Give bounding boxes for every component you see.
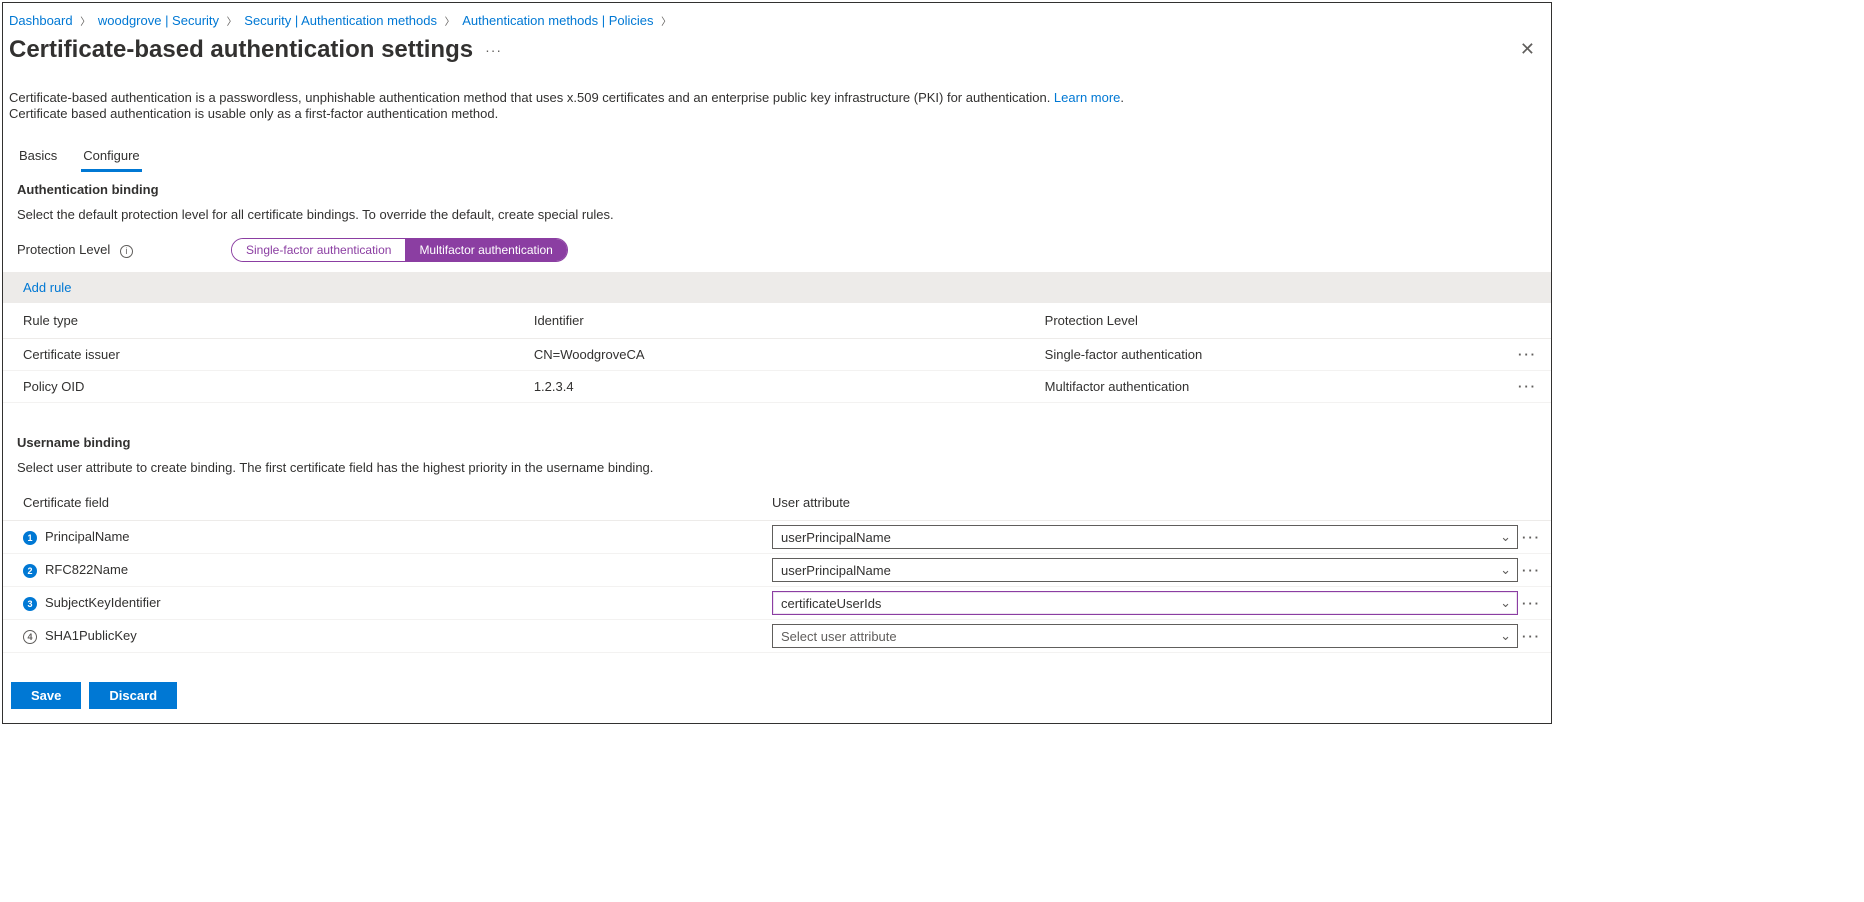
chevron-right-icon: 〉 xyxy=(227,17,237,28)
auth-binding-desc: Select the default protection level for … xyxy=(3,199,1551,224)
order-badge: 4 xyxy=(23,630,37,644)
breadcrumb-item-3[interactable]: Authentication methods | Policies xyxy=(462,13,653,28)
cell-cert-field: 1PrincipalName xyxy=(3,521,752,554)
row-more-icon[interactable]: ··· xyxy=(1522,629,1541,644)
col-rule-type: Rule type xyxy=(3,303,514,339)
pill-multi-factor[interactable]: Multifactor authentication xyxy=(405,239,566,261)
binding-table: Certificate field User attribute 1Princi… xyxy=(3,485,1551,653)
pill-single-factor[interactable]: Single-factor authentication xyxy=(232,239,405,261)
user-attribute-select[interactable]: userPrincipalName ⌄ xyxy=(772,525,1518,549)
protection-level-label: Protection Level i xyxy=(17,242,217,257)
cell-identifier: CN=WoodgroveCA xyxy=(514,339,1025,371)
table-row: Policy OID1.2.3.4Multifactor authenticat… xyxy=(3,371,1551,403)
col-protection-level: Protection Level xyxy=(1025,303,1498,339)
cell-protection-level: Multifactor authentication xyxy=(1025,371,1498,403)
desc-text-2: Certificate based authentication is usab… xyxy=(9,106,498,121)
period: . xyxy=(1120,90,1124,105)
col-identifier: Identifier xyxy=(514,303,1025,339)
chevron-down-icon: ⌄ xyxy=(1500,595,1511,611)
cell-identifier: 1.2.3.4 xyxy=(514,371,1025,403)
info-icon[interactable]: i xyxy=(120,245,133,258)
user-attribute-select[interactable]: userPrincipalName ⌄ xyxy=(772,558,1518,582)
user-binding-title: Username binding xyxy=(3,425,1551,452)
cell-rule-type: Certificate issuer xyxy=(3,339,514,371)
auth-binding-title: Authentication binding xyxy=(3,172,1551,199)
page-description: Certificate-based authentication is a pa… xyxy=(3,72,1403,128)
protection-level-toggle[interactable]: Single-factor authentication Multifactor… xyxy=(231,238,568,262)
chevron-down-icon: ⌄ xyxy=(1500,529,1511,545)
combo-value: userPrincipalName xyxy=(781,563,891,578)
add-rule-link[interactable]: Add rule xyxy=(23,280,71,295)
breadcrumb: Dashboard 〉 woodgrove | Security 〉 Secur… xyxy=(3,3,1551,33)
combo-value: userPrincipalName xyxy=(781,530,891,545)
breadcrumb-item-2[interactable]: Security | Authentication methods xyxy=(244,13,437,28)
table-row: 2RFC822Name userPrincipalName ⌄ ··· xyxy=(3,554,1551,587)
order-badge: 3 xyxy=(23,597,37,611)
tab-basics[interactable]: Basics xyxy=(17,142,59,172)
cell-cert-field: 4SHA1PublicKey xyxy=(3,620,752,653)
row-more-icon[interactable]: ··· xyxy=(1522,563,1541,578)
close-button[interactable]: ✕ xyxy=(1516,35,1539,64)
order-badge: 1 xyxy=(23,531,37,545)
row-more-icon[interactable]: ··· xyxy=(1522,530,1541,545)
row-more-icon[interactable]: ··· xyxy=(1522,596,1541,611)
tab-configure[interactable]: Configure xyxy=(81,142,141,172)
chevron-right-icon: 〉 xyxy=(80,17,90,28)
row-more-icon[interactable]: ··· xyxy=(1518,347,1537,362)
user-binding-desc: Select user attribute to create binding.… xyxy=(3,452,1551,477)
order-badge: 2 xyxy=(23,564,37,578)
table-row: 3SubjectKeyIdentifier certificateUserIds ⌄… xyxy=(3,587,1551,620)
page-title: Certificate-based authentication setting… xyxy=(9,36,473,64)
col-user-attr: User attribute xyxy=(752,485,1522,521)
row-more-icon[interactable]: ··· xyxy=(1518,379,1537,394)
cell-protection-level: Single-factor authentication xyxy=(1025,339,1498,371)
cell-cert-field: 2RFC822Name xyxy=(3,554,752,587)
chevron-right-icon: 〉 xyxy=(445,17,455,28)
chevron-down-icon: ⌄ xyxy=(1500,562,1511,578)
desc-text-1: Certificate-based authentication is a pa… xyxy=(9,90,1054,105)
combo-value: certificateUserIds xyxy=(781,596,881,611)
breadcrumb-item-0[interactable]: Dashboard xyxy=(9,13,73,28)
chevron-right-icon: 〉 xyxy=(661,17,671,28)
rules-table: Rule type Identifier Protection Level Ce… xyxy=(3,303,1551,403)
more-actions-icon[interactable]: ··· xyxy=(485,42,502,58)
chevron-down-icon: ⌄ xyxy=(1500,628,1511,644)
combo-placeholder: Select user attribute xyxy=(781,629,897,644)
table-row: 4SHA1PublicKey Select user attribute ⌄ ··· xyxy=(3,620,1551,653)
table-row: 1PrincipalName userPrincipalName ⌄ ··· xyxy=(3,521,1551,554)
learn-more-link[interactable]: Learn more xyxy=(1054,90,1120,105)
cell-rule-type: Policy OID xyxy=(3,371,514,403)
tabs: Basics Configure xyxy=(3,128,1551,172)
col-cert-field: Certificate field xyxy=(3,485,752,521)
user-attribute-select[interactable]: certificateUserIds ⌄ xyxy=(772,591,1518,615)
cell-cert-field: 3SubjectKeyIdentifier xyxy=(3,587,752,620)
user-attribute-select[interactable]: Select user attribute ⌄ xyxy=(772,624,1518,648)
discard-button[interactable]: Discard xyxy=(89,682,177,709)
breadcrumb-item-1[interactable]: woodgrove | Security xyxy=(98,13,219,28)
save-button[interactable]: Save xyxy=(11,682,81,709)
table-row: Certificate issuerCN=WoodgroveCASingle-f… xyxy=(3,339,1551,371)
